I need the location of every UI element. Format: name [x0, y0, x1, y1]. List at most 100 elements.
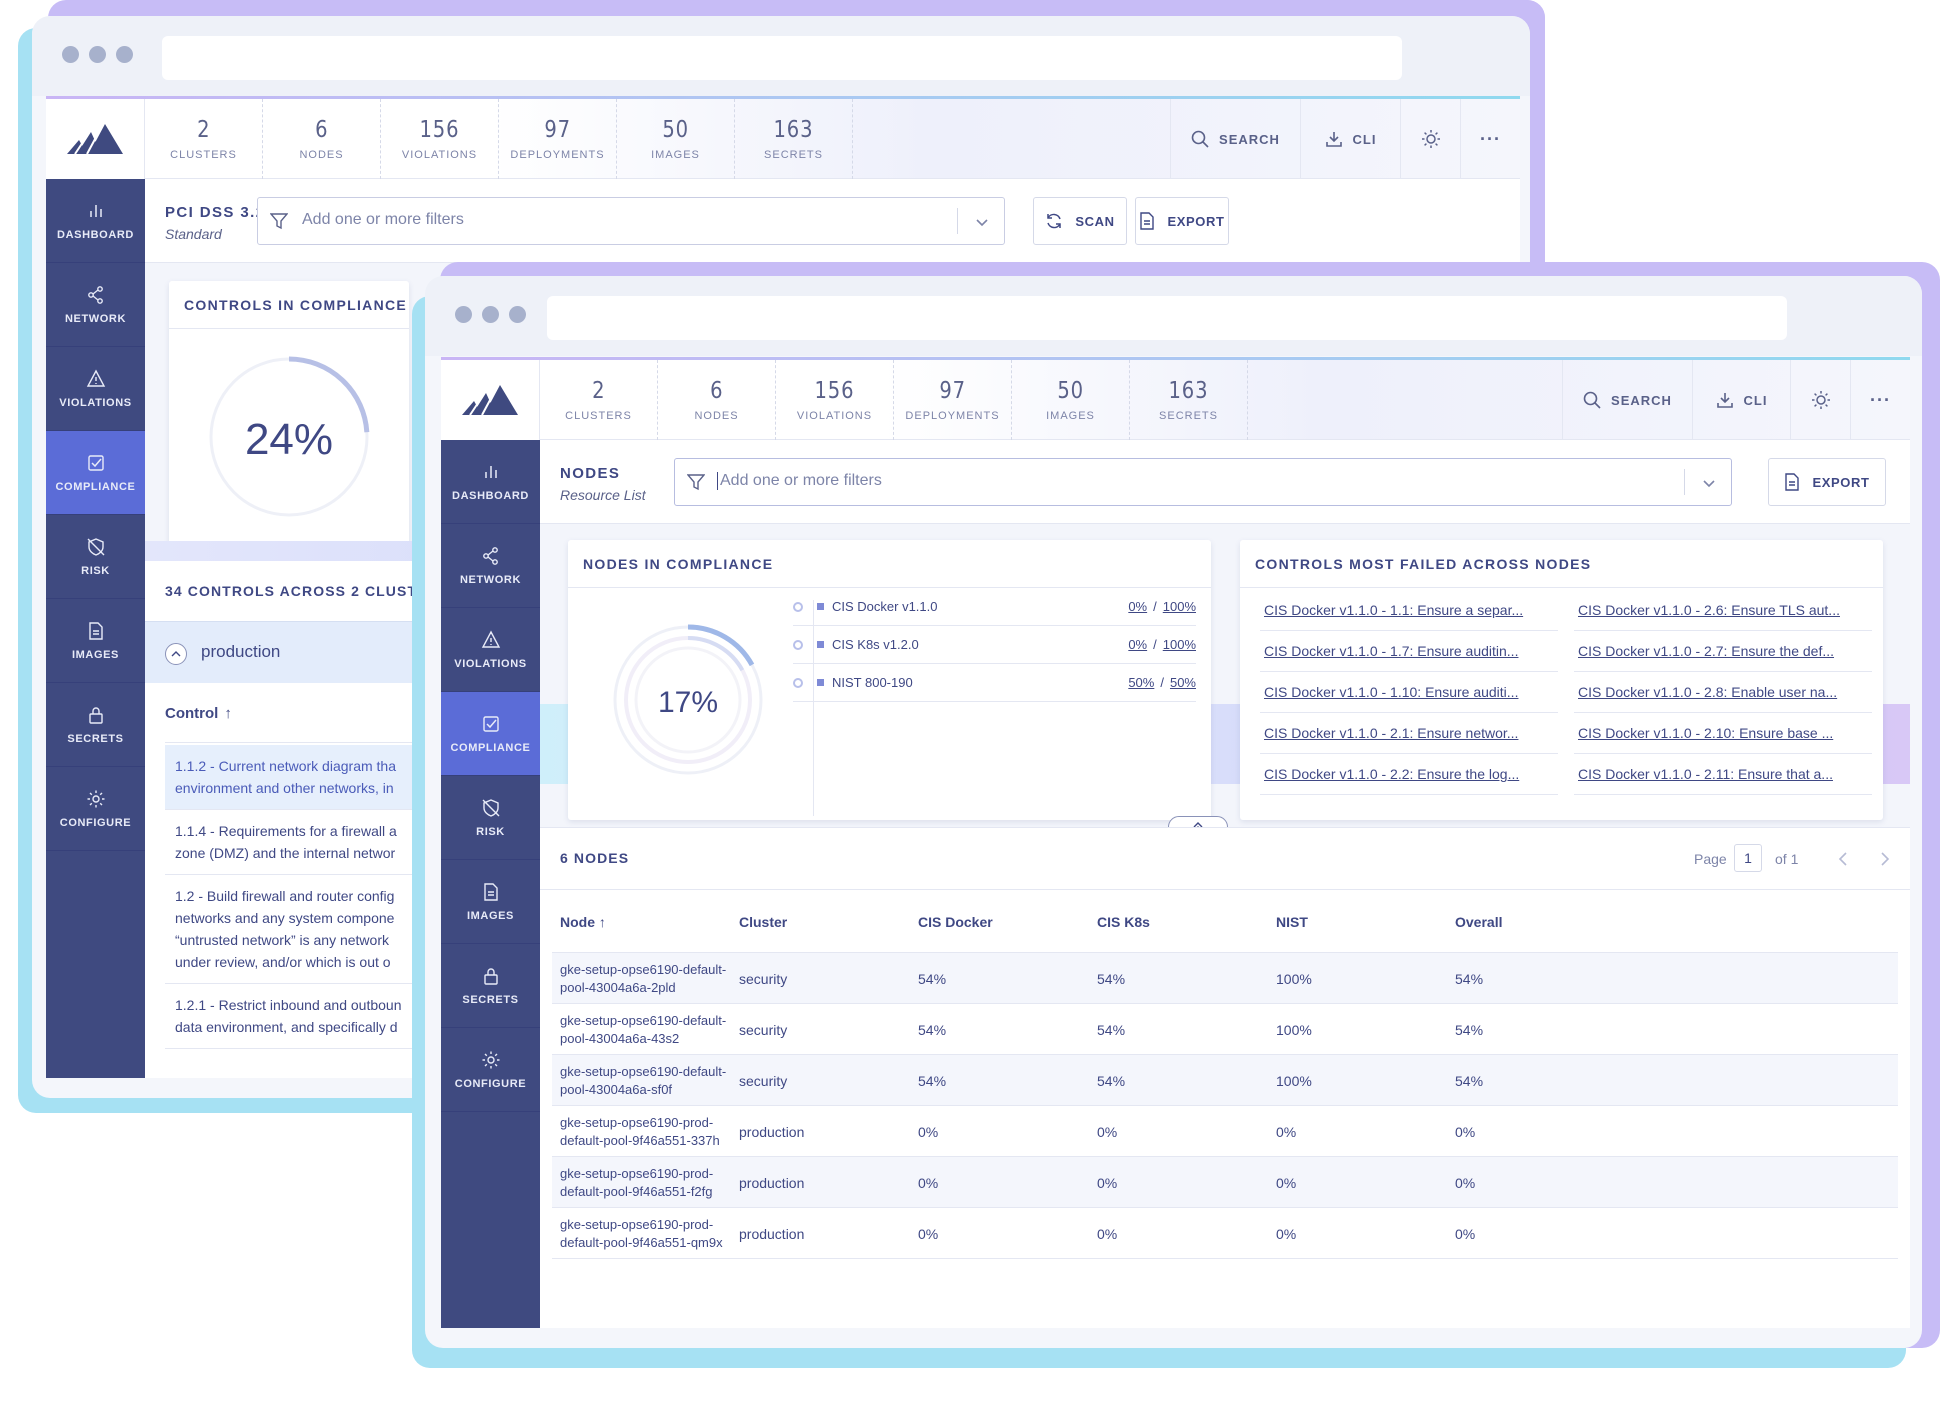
chevron-up-icon[interactable] [165, 643, 187, 665]
sidebar-item-network[interactable]: NETWORK [46, 263, 145, 347]
table-row[interactable]: gke-setup-opse6190-default-pool-43004a6a… [552, 953, 1898, 1004]
column-header[interactable]: NIST [1276, 890, 1308, 953]
sidebar-item-network[interactable]: NETWORK [441, 524, 540, 608]
table-cell-overall: 0% [1455, 1225, 1476, 1242]
column-header[interactable]: Cluster [739, 890, 787, 953]
sidebar-item-violations[interactable]: VIOLATIONS [441, 608, 540, 692]
table-row[interactable]: gke-setup-opse6190-default-pool-43004a6a… [552, 1004, 1898, 1055]
prev-page-button[interactable] [1828, 844, 1858, 874]
failed-control-link[interactable]: CIS Docker v1.1.0 - 1.1: Ensure a separ.… [1264, 602, 1554, 618]
summary-images[interactable]: 50 IMAGES [1012, 360, 1130, 440]
failed-control-link[interactable]: CIS Docker v1.1.0 - 2.11: Ensure that a.… [1578, 766, 1868, 782]
table-row[interactable]: gke-setup-opse6190-default-pool-43004a6a… [552, 1055, 1898, 1106]
summary-count: 6 [314, 117, 329, 143]
cli-button[interactable]: CLI [1692, 360, 1790, 440]
cli-button[interactable]: CLI [1300, 99, 1400, 179]
sidebar-item-risk[interactable]: RISK [46, 515, 145, 599]
filter-input[interactable]: Add one or more filters [674, 458, 1732, 506]
summary-nodes[interactable]: 6 NODES [263, 99, 381, 179]
summary-clusters[interactable]: 2 CLUSTERS [145, 99, 263, 179]
sidebar-item-compliance[interactable]: COMPLIANCE [441, 692, 540, 776]
sidebar-item-label: COMPLIANCE [450, 741, 531, 754]
back-url-bar[interactable] [162, 36, 1402, 80]
summary-violations[interactable]: 156 VIOLATIONS [381, 99, 499, 179]
column-header[interactable]: CIS Docker [918, 890, 993, 953]
benchmark-value-link[interactable]: 100% [1163, 637, 1196, 652]
column-header[interactable]: Overall [1455, 890, 1502, 953]
summary-secrets[interactable]: 163 SECRETS [1130, 360, 1248, 440]
download-icon [1325, 132, 1342, 147]
sidebar-item-risk[interactable]: RISK [441, 776, 540, 860]
sidebar-item-label: DASHBOARD [57, 228, 134, 241]
failed-control-link[interactable]: CIS Docker v1.1.0 - 1.10: Ensure auditi.… [1264, 684, 1554, 700]
summary-violations[interactable]: 156 VIOLATIONS [776, 360, 894, 440]
sidebar-item-secrets[interactable]: SECRETS [46, 683, 145, 767]
table-row[interactable]: gke-setup-opse6190-prod-default-pool-9f4… [552, 1106, 1898, 1157]
sidebar-item-dashboard[interactable]: DASHBOARD [46, 179, 145, 263]
search-button[interactable]: SEARCH [1170, 99, 1300, 179]
sidebar-item-label: RISK [476, 825, 505, 838]
nodes-table: Node ↑ Cluster CIS Docker CIS K8s NIST Overal… [540, 890, 1910, 1328]
benchmark-value-link[interactable]: 50% [1128, 675, 1154, 690]
table-cell-docker: 0% [918, 1174, 939, 1191]
window-controls[interactable] [455, 306, 526, 323]
theme-toggle-button[interactable] [1400, 99, 1460, 179]
export-button[interactable]: EXPORT [1768, 458, 1886, 506]
column-header[interactable]: CIS K8s [1097, 890, 1150, 953]
summary-clusters[interactable]: 2 CLUSTERS [540, 360, 658, 440]
benchmark-row[interactable]: CIS Docker v1.1.0 0% / 100% [793, 588, 1196, 626]
benchmark-value-link[interactable]: 50% [1170, 675, 1196, 690]
benchmark-value-link[interactable]: 0% [1128, 637, 1147, 652]
scan-button[interactable]: SCAN [1033, 197, 1127, 245]
row-divider [1260, 712, 1558, 713]
benchmark-row[interactable]: NIST 800-190 50% / 50% [793, 664, 1196, 702]
sidebar-item-label: COMPLIANCE [55, 480, 136, 493]
failed-control-link[interactable]: CIS Docker v1.1.0 - 2.7: Ensure the def.… [1578, 643, 1868, 659]
failed-control-link[interactable]: CIS Docker v1.1.0 - 2.8: Enable user na.… [1578, 684, 1868, 700]
export-button[interactable]: EXPORT [1135, 197, 1229, 245]
sidebar-item-secrets[interactable]: SECRETS [441, 944, 540, 1028]
page-input[interactable]: 1 [1734, 844, 1762, 872]
table-cell-k8s: 54% [1097, 1072, 1126, 1089]
stackrox-logo[interactable] [441, 360, 540, 440]
summary-secrets[interactable]: 163 SECRETS [735, 99, 853, 179]
failed-control-link[interactable]: CIS Docker v1.1.0 - 2.10: Ensure base ..… [1578, 725, 1868, 741]
failed-control-link[interactable]: CIS Docker v1.1.0 - 2.6: Ensure TLS aut.… [1578, 602, 1868, 618]
summary-deployments[interactable]: 97 DEPLOYMENTS [499, 99, 617, 179]
sidebar-item-images[interactable]: IMAGES [46, 599, 145, 683]
window-controls[interactable] [62, 46, 133, 63]
theme-toggle-button[interactable] [1790, 360, 1850, 440]
benchmark-row[interactable]: CIS K8s v1.2.0 0% / 100% [793, 626, 1196, 664]
table-row[interactable]: gke-setup-opse6190-prod-default-pool-9f4… [552, 1208, 1898, 1259]
front-sidebar: DASHBOARD NETWORK VIOLATIONS COMPLIANCE RISK… [441, 440, 540, 1328]
table-row[interactable]: gke-setup-opse6190-prod-default-pool-9f4… [552, 1157, 1898, 1208]
benchmark-value-link[interactable]: 0% [1128, 599, 1147, 614]
benchmark-marker [793, 639, 803, 650]
more-menu-button[interactable]: ··· [1850, 360, 1910, 440]
summary-count: 97 [544, 117, 571, 143]
card-title: CONTROLS IN COMPLIANCE [169, 281, 409, 329]
sidebar-item-compliance[interactable]: COMPLIANCE [46, 431, 145, 515]
benchmark-marker [793, 601, 803, 612]
table-cell-node: gke-setup-opse6190-prod-default-pool-9f4… [560, 1106, 720, 1157]
more-menu-button[interactable]: ··· [1460, 99, 1520, 179]
failed-control-link[interactable]: CIS Docker v1.1.0 - 2.2: Ensure the log.… [1264, 766, 1554, 782]
sidebar-item-configure[interactable]: CONFIGURE [441, 1028, 540, 1112]
sidebar-item-images[interactable]: IMAGES [441, 860, 540, 944]
summary-nodes[interactable]: 6 NODES [658, 360, 776, 440]
front-content: NODES IN COMPLIANCE 17% CIS Docker v1.1.… [540, 524, 1910, 1328]
summary-deployments[interactable]: 97 DEPLOYMENTS [894, 360, 1012, 440]
stackrox-logo[interactable] [46, 99, 145, 179]
sidebar-item-violations[interactable]: VIOLATIONS [46, 347, 145, 431]
filter-input[interactable]: Add one or more filters [257, 197, 1005, 245]
column-header[interactable]: Node ↑ [560, 890, 606, 953]
sidebar-item-configure[interactable]: CONFIGURE [46, 767, 145, 851]
failed-control-link[interactable]: CIS Docker v1.1.0 - 2.1: Ensure networ..… [1264, 725, 1554, 741]
search-button[interactable]: SEARCH [1562, 360, 1692, 440]
sidebar-item-dashboard[interactable]: DASHBOARD [441, 440, 540, 524]
next-page-button[interactable] [1870, 844, 1900, 874]
summary-images[interactable]: 50 IMAGES [617, 99, 735, 179]
benchmark-value-link[interactable]: 100% [1163, 599, 1196, 614]
failed-control-link[interactable]: CIS Docker v1.1.0 - 1.7: Ensure auditin.… [1264, 643, 1554, 659]
front-url-bar[interactable] [547, 296, 1787, 340]
